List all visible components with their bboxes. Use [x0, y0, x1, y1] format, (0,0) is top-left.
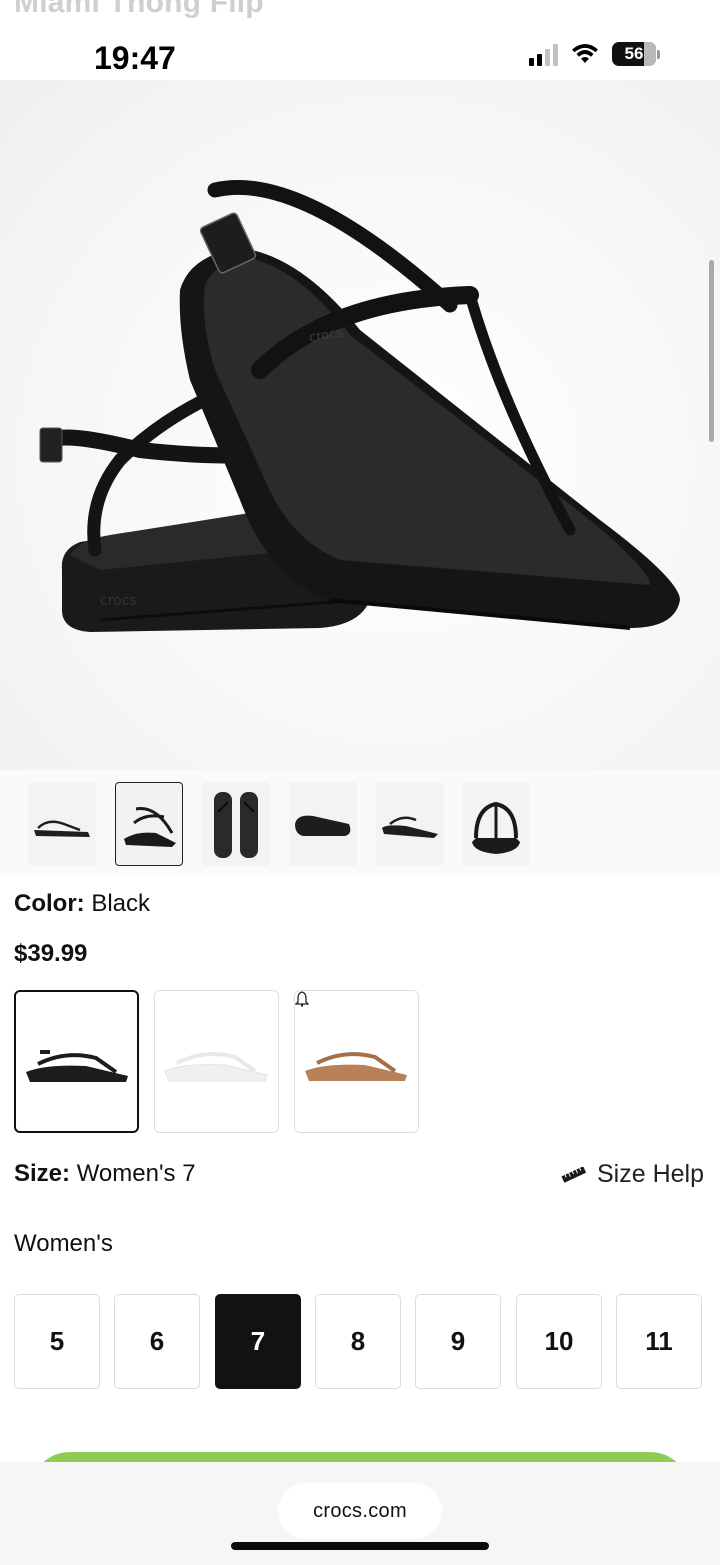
thumbnail-strip — [0, 770, 720, 876]
color-value: Black — [91, 890, 151, 917]
cellular-signal-icon — [529, 42, 558, 66]
thumbnail-4[interactable] — [289, 782, 357, 866]
size-selector: 5 6 7 8 9 10 11 — [14, 1294, 706, 1389]
color-label: Color: — [14, 890, 85, 917]
size-value: Women's 7 — [76, 1160, 196, 1187]
product-hero-image[interactable]: crocs crocs — [0, 80, 720, 770]
wifi-icon — [572, 44, 598, 63]
thumbnail-2-selected[interactable] — [115, 782, 183, 866]
color-swatch-tan[interactable] — [294, 990, 419, 1133]
price: $39.99 — [14, 940, 88, 967]
size-help-link[interactable]: Size Help — [561, 1160, 704, 1189]
svg-text:crocs: crocs — [100, 593, 137, 609]
color-row: Color: Black — [14, 890, 150, 918]
status-icons: 56 — [529, 42, 660, 66]
ruler-icon — [561, 1166, 587, 1183]
size-button-11[interactable]: 11 — [616, 1294, 702, 1389]
color-swatch-white[interactable] — [154, 990, 279, 1133]
size-button-9[interactable]: 9 — [415, 1294, 501, 1389]
product-page: Miami Thong Flip crocs crocs 19:47 56 Co… — [0, 0, 720, 1565]
thumbnail-6[interactable] — [462, 782, 530, 866]
status-time: 19:47 — [94, 40, 176, 76]
url-bar[interactable]: crocs.com — [278, 1483, 442, 1539]
size-button-10[interactable]: 10 — [516, 1294, 602, 1389]
sandal-pair-image: crocs crocs — [39, 179, 680, 632]
color-swatch-black[interactable] — [14, 990, 139, 1133]
size-group-label: Women's — [14, 1230, 113, 1257]
size-label: Size: — [14, 1160, 71, 1187]
size-help-label: Size Help — [597, 1160, 704, 1188]
home-indicator[interactable] — [231, 1542, 489, 1550]
size-button-6[interactable]: 6 — [114, 1294, 200, 1389]
thumbnail-3[interactable] — [202, 782, 270, 866]
battery-level: 56 — [624, 44, 644, 63]
thumbnail-1[interactable] — [28, 782, 96, 866]
size-button-7-selected[interactable]: 7 — [215, 1294, 301, 1389]
size-button-8[interactable]: 8 — [315, 1294, 401, 1389]
thumbnail-5[interactable] — [376, 782, 444, 866]
scroll-indicator[interactable] — [709, 260, 714, 442]
size-button-5[interactable]: 5 — [14, 1294, 100, 1389]
status-bar: 19:47 56 — [0, 0, 720, 100]
size-row: Size: Women's 7 — [14, 1160, 196, 1188]
battery-icon: 56 — [612, 42, 660, 66]
